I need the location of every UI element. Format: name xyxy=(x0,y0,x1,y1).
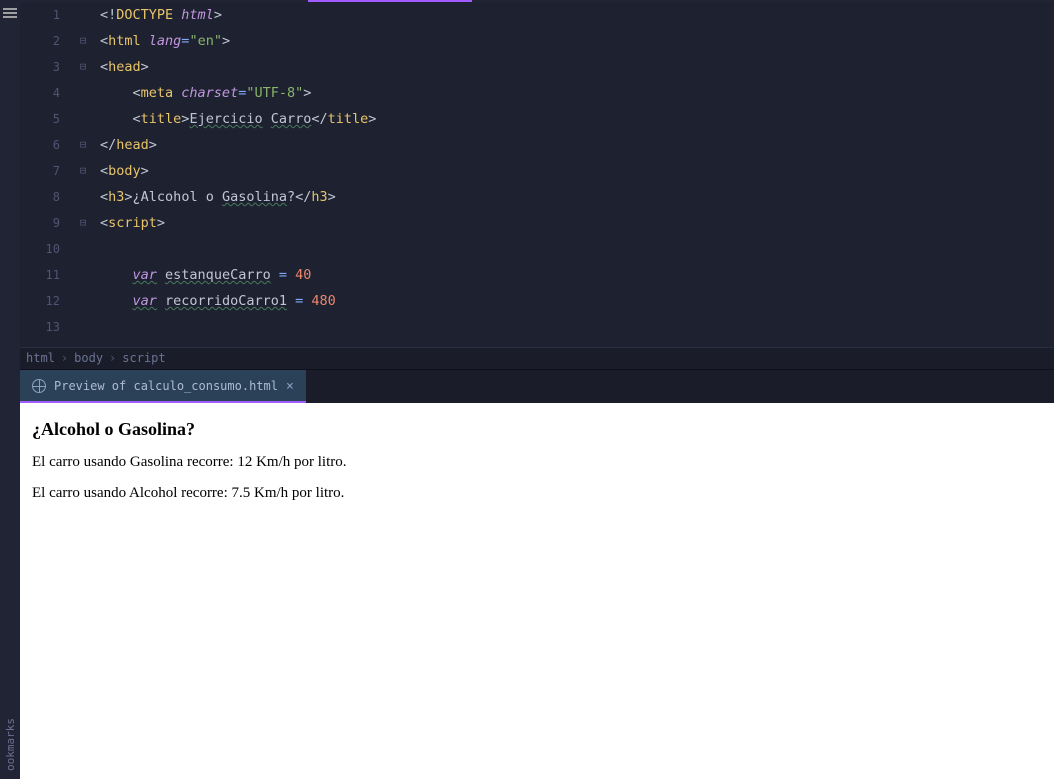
folder-icon[interactable] xyxy=(3,8,17,20)
fold-marker xyxy=(70,184,96,210)
preview-pane: ¿Alcohol o Gasolina? El carro usando Gas… xyxy=(20,403,1054,779)
line-number[interactable]: 7 xyxy=(20,158,60,184)
preview-line: El carro usando Alcohol recorre: 7.5 Km/… xyxy=(32,485,1042,502)
code-line[interactable] xyxy=(96,314,1054,340)
preview-tab[interactable]: Preview of calculo_consumo.html × xyxy=(20,370,306,403)
code-line[interactable]: <h3>¿Alcohol o Gasolina?</h3> xyxy=(96,184,1054,210)
fold-marker xyxy=(70,106,96,132)
line-number[interactable]: 8 xyxy=(20,184,60,210)
code-line[interactable]: <meta charset="UTF-8"> xyxy=(96,80,1054,106)
editor-area: 1234567891011121314151617181920212223 ⊟⊟… xyxy=(20,0,1054,779)
code-line[interactable]: var estanqueCarro = 40 xyxy=(96,262,1054,288)
line-number[interactable]: 2 xyxy=(20,28,60,54)
fold-marker[interactable]: ⊟ xyxy=(70,54,96,80)
fold-marker xyxy=(70,236,96,262)
fold-marker[interactable]: ⊟ xyxy=(70,158,96,184)
code-line[interactable]: <head> xyxy=(96,54,1054,80)
code-line[interactable]: <body> xyxy=(96,158,1054,184)
code-content[interactable]: <!DOCTYPE html><html lang="en"><head> <m… xyxy=(96,2,1054,347)
line-number[interactable]: 5 xyxy=(20,106,60,132)
globe-icon xyxy=(32,379,46,393)
preview-heading: ¿Alcohol o Gasolina? xyxy=(32,419,1042,440)
code-line[interactable]: <title>Ejercicio Carro</title> xyxy=(96,106,1054,132)
fold-marker xyxy=(70,314,96,340)
preview-tab-label: Preview of calculo_consumo.html xyxy=(54,379,278,393)
line-number[interactable]: 6 xyxy=(20,132,60,158)
line-number[interactable]: 4 xyxy=(20,80,60,106)
fold-marker xyxy=(70,80,96,106)
preview-tab-bar: Preview of calculo_consumo.html × xyxy=(20,369,1054,403)
fold-marker xyxy=(70,2,96,28)
code-line[interactable]: <script> xyxy=(96,210,1054,236)
code-editor[interactable]: 1234567891011121314151617181920212223 ⊟⊟… xyxy=(20,2,1054,347)
line-number[interactable]: 12 xyxy=(20,288,60,314)
fold-marker xyxy=(70,262,96,288)
fold-gutter[interactable]: ⊟⊟⊟⊟⊟⊟⊟⊟ xyxy=(70,2,96,347)
line-number[interactable]: 9 xyxy=(20,210,60,236)
bookmarks-tab[interactable]: ookmarks xyxy=(0,622,20,779)
preview-line: El carro usando Gasolina recorre: 12 Km/… xyxy=(32,454,1042,471)
code-line[interactable]: </head> xyxy=(96,132,1054,158)
breadcrumb-sep: › xyxy=(109,351,116,365)
breadcrumb-sep: › xyxy=(61,351,68,365)
fold-marker xyxy=(70,288,96,314)
line-number[interactable]: 10 xyxy=(20,236,60,262)
breadcrumb-item[interactable]: html xyxy=(26,351,55,365)
line-number[interactable]: 3 xyxy=(20,54,60,80)
fold-marker[interactable]: ⊟ xyxy=(70,210,96,236)
code-line[interactable] xyxy=(96,236,1054,262)
close-icon[interactable]: × xyxy=(286,379,294,394)
line-number[interactable]: 1 xyxy=(20,2,60,28)
fold-marker[interactable]: ⊟ xyxy=(70,28,96,54)
breadcrumb[interactable]: html › body › script xyxy=(20,347,1054,369)
line-number[interactable]: 11 xyxy=(20,262,60,288)
line-number-gutter[interactable]: 1234567891011121314151617181920212223 xyxy=(20,2,70,347)
code-line[interactable]: var recorridoCarro1 = 480 xyxy=(96,288,1054,314)
breadcrumb-item[interactable]: script xyxy=(122,351,165,365)
code-line[interactable]: document.write("El carro usando Gasolina… xyxy=(96,340,1054,347)
breadcrumb-item[interactable]: body xyxy=(74,351,103,365)
code-line[interactable]: <html lang="en"> xyxy=(96,28,1054,54)
bookmarks-label: ookmarks xyxy=(4,710,17,779)
line-number[interactable]: 13 xyxy=(20,314,60,340)
code-line[interactable]: <!DOCTYPE html> xyxy=(96,2,1054,28)
fold-marker[interactable]: ⊟ xyxy=(70,132,96,158)
